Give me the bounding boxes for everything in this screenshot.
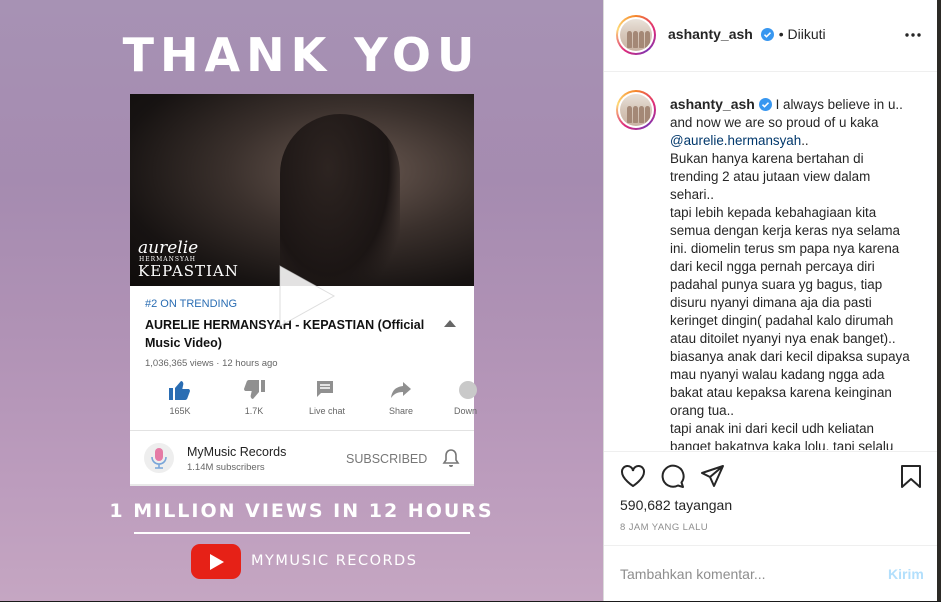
mention-link[interactable]: @aurelie.hermansyah	[670, 133, 801, 148]
video-meta: 1,036,365 views · 12 hours ago	[145, 358, 278, 369]
bookmark-icon[interactable]	[900, 464, 922, 489]
download-icon	[459, 381, 477, 399]
send-button[interactable]: Kirim	[888, 566, 924, 582]
share-action: Share	[375, 379, 427, 416]
thumbs-down-icon	[244, 380, 265, 399]
caption-part2: ..	[801, 133, 809, 148]
share-icon	[391, 382, 411, 398]
username-link[interactable]: ashanty_ash	[668, 26, 753, 42]
like-action: 165K	[154, 379, 206, 416]
singer-silhouette	[280, 114, 400, 286]
collapse-caret-icon	[444, 320, 456, 327]
view-count[interactable]: 590,682 tayangan	[620, 497, 732, 513]
microphone-icon	[151, 448, 167, 469]
live-chat-label: Live chat	[308, 406, 346, 416]
comment-box: Tambahkan komentar... Kirim	[604, 545, 938, 602]
caption-text: ashanty_ash I always believe in u.. and …	[670, 95, 914, 450]
live-chat-action: Live chat	[301, 379, 353, 416]
caption-username[interactable]: ashanty_ash	[670, 96, 755, 112]
thumbs-up-icon	[169, 381, 190, 400]
dislike-count: 1.7K	[244, 406, 264, 416]
play-icon[interactable]	[272, 262, 340, 330]
comment-icon[interactable]	[660, 464, 685, 489]
divider	[130, 430, 474, 431]
channel-row: MyMusic Records 1.14M subscribers SUBSCR…	[130, 434, 474, 482]
caption-area[interactable]: ashanty_ash I always believe in u.. and …	[604, 72, 938, 450]
background-strip	[937, 0, 941, 601]
verified-badge-icon	[761, 28, 775, 41]
thank-you-heading: THANK YOU	[122, 28, 481, 82]
caption-body: Bukan hanya karena bertahan di trending …	[670, 151, 910, 450]
youtube-logo-icon	[191, 544, 241, 579]
channel-subscribers: 1.14M subscribers	[187, 462, 265, 473]
post-header: ashanty_ash • Diikuti	[604, 0, 938, 72]
share-icon[interactable]	[700, 464, 725, 488]
action-bar: 590,682 tayangan 8 JAM YANG LALU	[604, 451, 938, 545]
divider	[130, 484, 474, 486]
brand-script: aurelie	[138, 238, 199, 258]
banner-underline	[134, 532, 470, 534]
dislike-action: 1.7K	[228, 379, 280, 416]
post-media[interactable]: THANK YOU aurelie HERMANSYAH KEPASTIAN #…	[0, 0, 603, 601]
comment-input[interactable]: Tambahkan komentar...	[620, 566, 766, 582]
download-label: Down	[454, 406, 478, 416]
follow-status[interactable]: • Diikuti	[779, 26, 826, 42]
channel-avatar	[144, 443, 174, 473]
footer-label: MYMUSIC RECORDS	[251, 553, 418, 569]
share-label: Share	[388, 406, 414, 416]
chat-icon	[317, 381, 333, 397]
trending-label: #2 ON TRENDING	[145, 298, 238, 310]
caption-avatar[interactable]	[616, 90, 656, 130]
verified-badge-icon	[758, 98, 772, 111]
avatar[interactable]	[616, 15, 656, 55]
post-side-panel: ashanty_ash • Diikuti ashanty_ash I alwa…	[603, 0, 938, 601]
brand-title: KEPASTIAN	[138, 262, 239, 280]
video-actions: 165K 1.7K Live chat Share Down	[144, 379, 477, 425]
header-user: ashanty_ash • Diikuti	[668, 26, 826, 44]
download-action: Down	[448, 379, 488, 416]
post-time[interactable]: 8 JAM YANG LALU	[620, 522, 708, 533]
bell-icon	[442, 449, 460, 467]
channel-name: MyMusic Records	[187, 445, 287, 459]
million-views-banner: 1 MILLION VIEWS IN 12 HOURS	[109, 500, 494, 522]
subscribed-status: SUBSCRIBED	[346, 452, 428, 466]
like-count: 165K	[169, 406, 191, 416]
video-thumbnail: aurelie HERMANSYAH KEPASTIAN	[130, 94, 474, 286]
heart-icon[interactable]	[620, 464, 646, 488]
more-options-icon[interactable]	[905, 33, 921, 37]
